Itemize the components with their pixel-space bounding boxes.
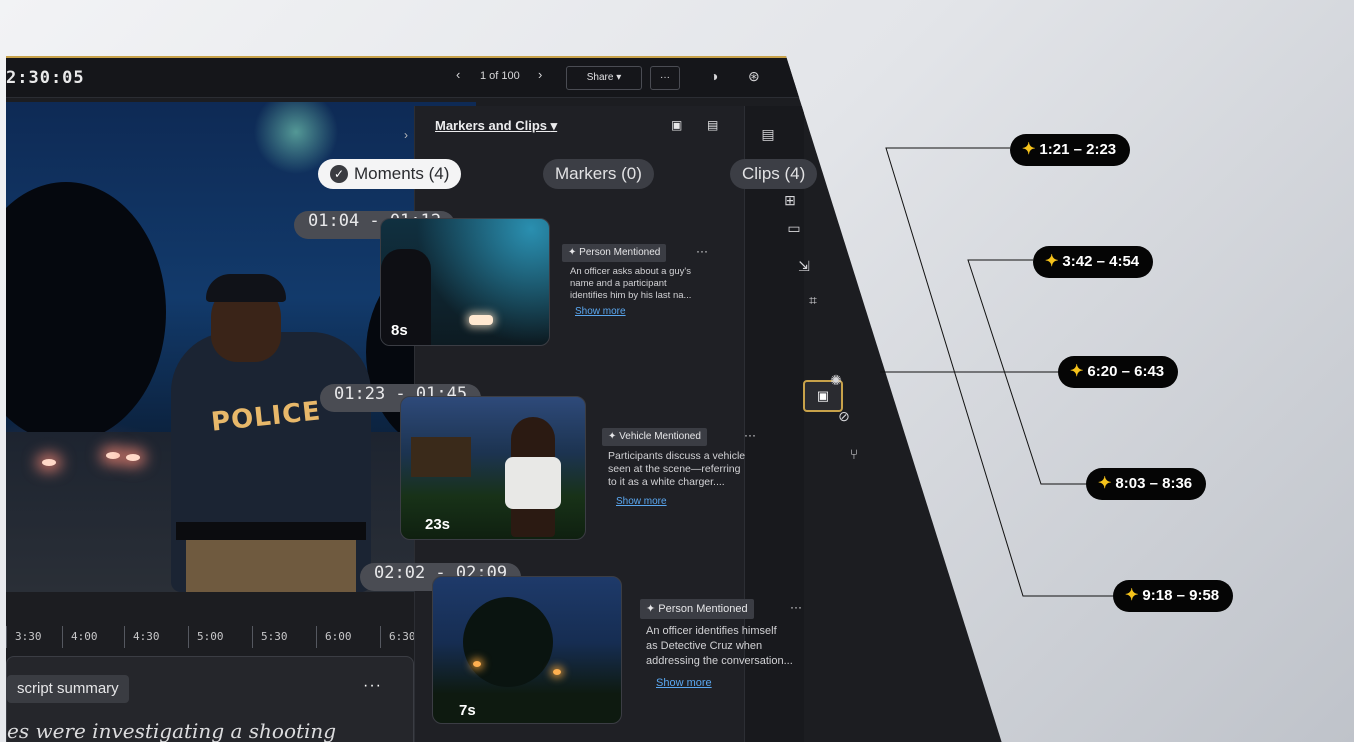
callout-label: 8:03 – 8:36 bbox=[1115, 475, 1193, 492]
callout-label: 1:21 – 2:23 bbox=[1039, 141, 1117, 158]
sparkle-icon: ✦ bbox=[1045, 253, 1059, 270]
sparkle-icon: ✦ bbox=[1070, 363, 1084, 380]
callout-label: 6:20 – 6:43 bbox=[1087, 363, 1165, 380]
sparkle-icon: ✦ bbox=[1098, 475, 1112, 492]
ai-range-callout[interactable]: ✦ 1:21 – 2:23 bbox=[1010, 134, 1131, 166]
ai-range-callout[interactable]: ✦ 3:42 – 4:54 bbox=[1033, 246, 1154, 278]
callout-label: 9:18 – 9:58 bbox=[1142, 587, 1220, 604]
sparkle-icon: ✦ bbox=[1022, 141, 1036, 158]
callout-label: 3:42 – 4:54 bbox=[1062, 253, 1140, 270]
sparkle-icon: ✦ bbox=[1125, 587, 1139, 604]
stage: 2:30:05 ‹ 1 of 100 › Share ▾ ··· ◑ ⊛ POL… bbox=[0, 0, 1354, 742]
ai-range-callout[interactable]: ✦ 9:18 – 9:58 bbox=[1113, 580, 1234, 612]
ai-range-callout[interactable]: ✦ 8:03 – 8:36 bbox=[1086, 468, 1207, 500]
ai-range-callout[interactable]: ✦ 6:20 – 6:43 bbox=[1058, 356, 1179, 388]
